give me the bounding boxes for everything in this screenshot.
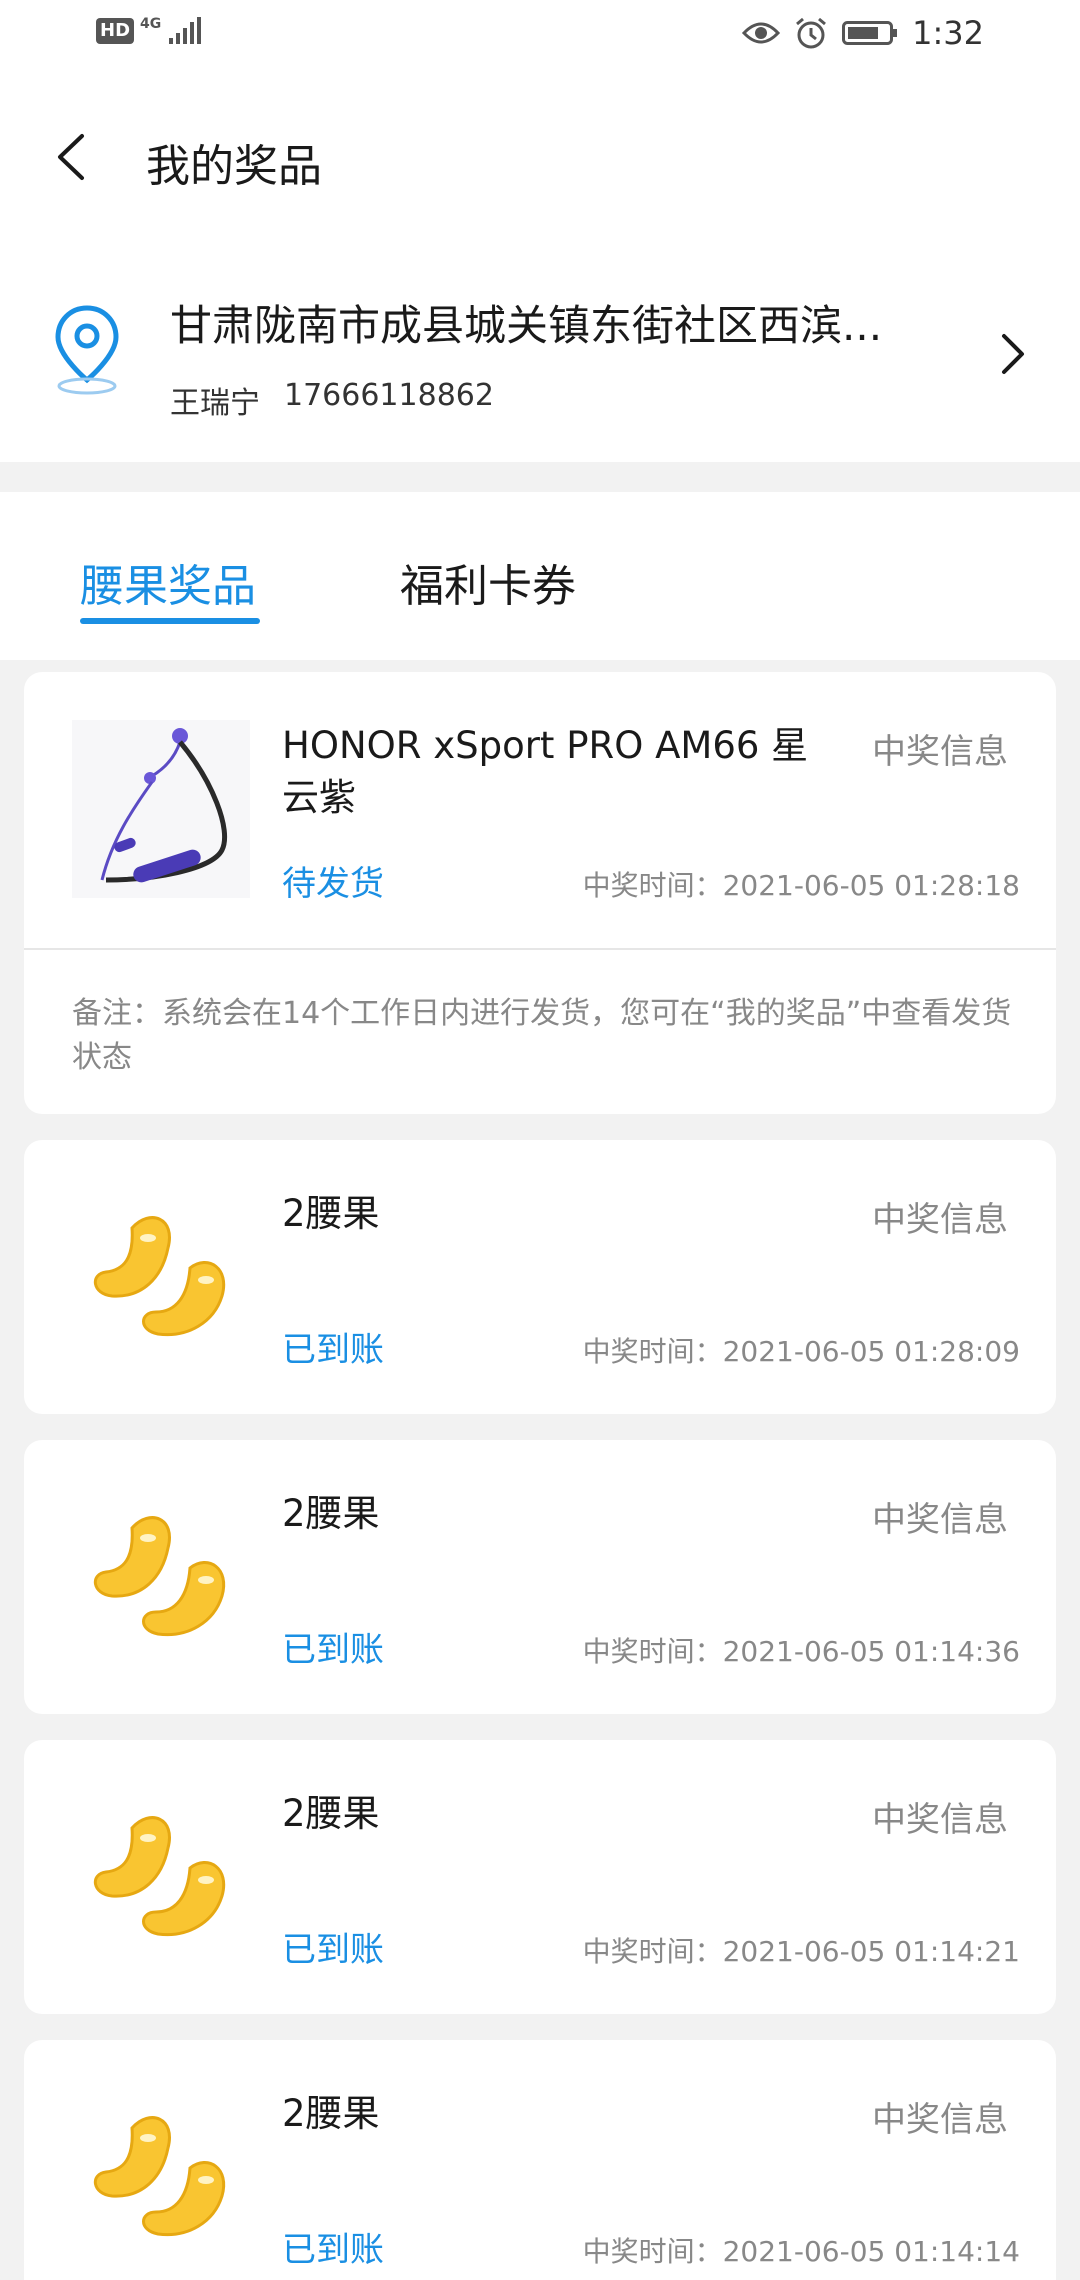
prize-status: 已到账 bbox=[282, 1630, 384, 1670]
tab-bar: 腰果奖品 福利卡券 bbox=[0, 492, 1080, 660]
prize-status: 已到账 bbox=[282, 1330, 384, 1370]
prize-name: 2腰果 bbox=[282, 1192, 380, 1235]
back-arrow-icon[interactable] bbox=[44, 122, 104, 192]
recipient-name: 王瑞宁 bbox=[170, 386, 260, 421]
prize-status: 已到账 bbox=[282, 2230, 384, 2270]
address-text: 甘肃陇南市成县城关镇东街社区西滨... bbox=[170, 301, 883, 350]
cashew-image bbox=[94, 1216, 226, 1337]
win-info-link[interactable]: 中奖信息 bbox=[872, 724, 1008, 773]
prize-card[interactable]: 2腰果 中奖信息 已到账 中奖时间：2021-06-05 01:14:36 bbox=[24, 1440, 1056, 1714]
battery-icon bbox=[842, 21, 898, 45]
address-card[interactable]: 甘肃陇南市成县城关镇东街社区西滨... 王瑞宁 17666118862 bbox=[0, 242, 1080, 462]
win-info-link[interactable]: 中奖信息 bbox=[872, 1192, 1008, 1241]
win-info-link[interactable]: 中奖信息 bbox=[872, 1492, 1008, 1541]
prize-card[interactable]: 2腰果 中奖信息 已到账 中奖时间：2021-06-05 01:28:09 bbox=[24, 1140, 1056, 1414]
win-info-link[interactable]: 中奖信息 bbox=[872, 1792, 1008, 1841]
location-pin-icon bbox=[55, 305, 119, 395]
shipping-note: 备注：系统会在14个工作日内进行发货，您可在“我的奖品”中查看发货状态 bbox=[72, 996, 1012, 1075]
win-time: 中奖时间：2021-06-05 01:14:21 bbox=[582, 1935, 1020, 1968]
prize-status: 待发货 bbox=[282, 864, 384, 904]
clock: 1:32 bbox=[912, 14, 984, 52]
win-time: 中奖时间：2021-06-05 01:28:18 bbox=[582, 869, 1020, 902]
card-divider bbox=[24, 948, 1056, 950]
address-contact: 王瑞宁 17666118862 bbox=[170, 378, 494, 422]
prize-name: 2腰果 bbox=[282, 1492, 380, 1535]
page-title: 我的奖品 bbox=[146, 141, 322, 192]
win-time: 中奖时间：2021-06-05 01:28:09 bbox=[582, 1335, 1020, 1368]
eye-icon bbox=[742, 22, 781, 44]
tab-welfare-coupons[interactable]: 福利卡券 bbox=[400, 550, 576, 614]
header: 我的奖品 bbox=[0, 72, 1080, 242]
earphones-image bbox=[72, 720, 250, 898]
prize-name: 2腰果 bbox=[282, 1792, 380, 1835]
chevron-right-icon bbox=[1002, 334, 1024, 374]
tab-cashew-prizes[interactable]: 腰果奖品 bbox=[80, 550, 256, 614]
prize-status: 已到账 bbox=[282, 1930, 384, 1970]
signal-icon bbox=[169, 17, 202, 44]
hd-badge: HD bbox=[96, 18, 135, 44]
cashew-image bbox=[94, 2116, 226, 2237]
win-info-link[interactable]: 中奖信息 bbox=[872, 2092, 1008, 2141]
network-type: 4G bbox=[140, 16, 162, 32]
prize-card[interactable]: HONOR xSport PRO AM66 星云紫 中奖信息 待发货 中奖时间：… bbox=[24, 672, 1056, 1114]
status-right: 1:32 bbox=[742, 14, 984, 52]
alarm-icon bbox=[796, 17, 827, 49]
prize-name: 2腰果 bbox=[282, 2092, 380, 2135]
active-tab-indicator bbox=[80, 618, 260, 624]
prize-card[interactable]: 2腰果 中奖信息 已到账 中奖时间：2021-06-05 01:14:14 bbox=[24, 2040, 1056, 2280]
prize-name: HONOR xSport PRO AM66 星云紫 bbox=[282, 724, 809, 819]
prize-card[interactable]: 2腰果 中奖信息 已到账 中奖时间：2021-06-05 01:14:21 bbox=[24, 1740, 1056, 2014]
win-time: 中奖时间：2021-06-05 01:14:36 bbox=[582, 1635, 1020, 1668]
status-left: HD 4G bbox=[96, 16, 203, 46]
win-time: 中奖时间：2021-06-05 01:14:14 bbox=[582, 2235, 1020, 2268]
cashew-image bbox=[94, 1516, 226, 1637]
cashew-image bbox=[94, 1816, 226, 1937]
recipient-phone: 17666118862 bbox=[284, 378, 494, 413]
status-bar: HD 4G 1:32 bbox=[0, 0, 1080, 72]
